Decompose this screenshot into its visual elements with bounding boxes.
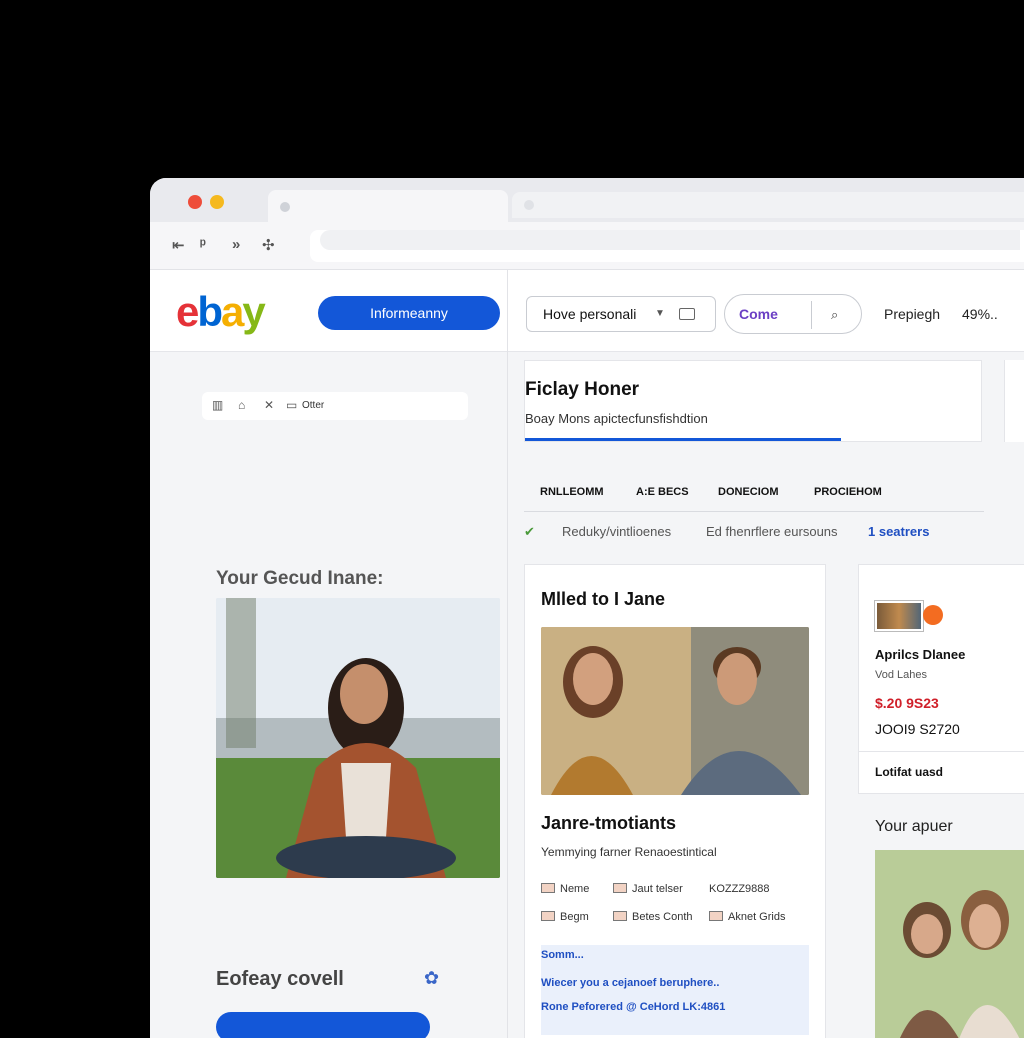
minimize-window-button[interactable] xyxy=(210,195,224,209)
personal-select[interactable]: Hove personali ▼ xyxy=(526,296,716,332)
meta-begin: Begm xyxy=(541,911,589,923)
extension-icon[interactable]: ✣ xyxy=(262,236,275,254)
tab-2[interactable]: A:E BECS xyxy=(636,486,689,498)
card-title: Mlled to I Jane xyxy=(541,589,666,609)
product-thumbnail[interactable] xyxy=(875,601,923,631)
primary-button[interactable]: Informeanny xyxy=(318,296,500,330)
select-label: Hove personali xyxy=(543,306,637,322)
product-photo-woman[interactable] xyxy=(216,598,500,878)
tab-favicon-icon xyxy=(524,200,534,210)
address-bar-field[interactable] xyxy=(320,230,1020,250)
meta-betes: Betes Conth xyxy=(613,911,693,923)
browser-tab-active[interactable] xyxy=(268,190,508,224)
back-icon[interactable]: ⇤ xyxy=(172,236,185,254)
progress-underline xyxy=(525,438,841,441)
divider xyxy=(859,751,1024,752)
check-icon: ✔ xyxy=(524,524,535,539)
section-title: Your Gecud Inane: xyxy=(216,568,384,589)
tag-icon: ✕ xyxy=(264,398,275,412)
card-name: Janre-tmotiants xyxy=(541,813,677,833)
come-search-pill[interactable]: Come ⌕ xyxy=(724,294,862,334)
tab-4[interactable]: PROCIEHOM xyxy=(814,486,882,498)
woman-photo-illustration xyxy=(216,598,500,878)
search-icon[interactable]: ⌕ xyxy=(831,307,838,323)
header-link[interactable]: Prepiegh xyxy=(884,306,940,322)
ebay-logo[interactable]: ebay xyxy=(176,288,266,336)
couple-photo-illustration xyxy=(541,627,809,795)
bag-icon: ⌂ xyxy=(238,398,246,412)
tab-bar xyxy=(150,178,1024,224)
panel-title: Ficlay Honer xyxy=(525,379,640,400)
meta-icon xyxy=(709,911,723,921)
filter-2[interactable]: Ed fhenrflere eursouns xyxy=(706,524,838,539)
meta-teller: Jaut telser xyxy=(613,883,683,895)
product-photo-couple[interactable] xyxy=(541,627,809,795)
settings-icon[interactable]: ✿ xyxy=(424,968,439,989)
side-link[interactable]: Lotifat uasd xyxy=(875,765,943,779)
side-product-card[interactable]: Aprilcs Dlanee Vod Lahes $.20 9S23 JOOI9… xyxy=(858,564,1024,794)
meta-icon xyxy=(541,911,555,921)
meta-code: KOZZZ9888 xyxy=(709,883,770,895)
note-line-2[interactable]: Wiecer you a cejanoef beruphere.. xyxy=(541,977,719,989)
chevron-down-icon: ▼ xyxy=(655,308,665,319)
meta-name: Neme xyxy=(541,883,589,895)
panel-edge xyxy=(1004,360,1024,442)
forward-icon[interactable]: » xyxy=(232,236,240,253)
filter-1[interactable]: Reduky/vintlioenes xyxy=(562,524,671,539)
price-red: $.20 9S23 xyxy=(875,695,939,711)
meta-icon xyxy=(613,911,627,921)
side-section-title: Your apuer xyxy=(875,818,953,835)
panel-subtitle: Boay Mons apictecfunsfishdtion xyxy=(525,411,708,426)
card-note: Somm... Wiecer you a cejanoef beruphere.… xyxy=(541,945,809,1035)
bottom-title: Eofeay covell xyxy=(216,968,344,990)
search-text: Otter xyxy=(302,400,325,411)
side-title: Aprilcs Dlanee xyxy=(875,647,966,662)
notification-badge xyxy=(923,605,943,625)
image-icon xyxy=(679,308,695,320)
tab-3[interactable]: DONECIOM xyxy=(718,486,779,498)
header-percentage: 49%.. xyxy=(962,306,998,322)
note-line-1[interactable]: Somm... xyxy=(541,949,584,961)
filters-row: ✔ Reduky/vintlioenes Ed fhenrflere eurso… xyxy=(524,522,984,546)
tab-1[interactable]: RNLLEOMM xyxy=(540,486,604,498)
profile-icon[interactable]: ᵖ xyxy=(200,236,206,253)
barcode-icon: ▥ xyxy=(212,398,224,412)
bottom-blue-button[interactable] xyxy=(216,1012,430,1038)
site-header: ebay Informeanny Hove personali ▼ Come ⌕… xyxy=(150,270,1024,352)
note-line-3[interactable]: Rone Peforered @ CeHord LK:4861 xyxy=(541,1001,725,1013)
side-photo-illustration xyxy=(875,850,1024,1038)
card-description: Yemmying farner Renaoestintical xyxy=(541,845,717,859)
side-photo[interactable] xyxy=(875,850,1024,1038)
meta-icon xyxy=(541,883,555,893)
tab-favicon-icon xyxy=(280,202,290,212)
meta-icon xyxy=(613,883,627,893)
pill-label: Come xyxy=(739,306,778,322)
meta-grids: Aknet Grids xyxy=(709,911,785,923)
card-icon: ▭ xyxy=(286,398,298,412)
info-panel: Ficlay Honer Boay Mons apictecfunsfishdt… xyxy=(524,360,982,442)
filter-3[interactable]: 1 seatrers xyxy=(868,524,929,539)
browser-window: ⇤ ᵖ » ✣ ebay Informeanny Hove personali … xyxy=(150,178,1024,1038)
column-divider xyxy=(507,270,508,1038)
side-subtitle: Vod Lahes xyxy=(875,669,927,681)
left-search-bar[interactable]: ▥ ⌂ ✕ ▭ Otter xyxy=(202,392,468,420)
product-card[interactable]: Mlled to I Jane Janre-tmotiants Yemmying… xyxy=(524,564,826,1038)
divider xyxy=(811,301,812,329)
price-black: JOOI9 S2720 xyxy=(875,721,960,737)
tabs-row: RNLLEOMM A:E BECS DONECIOM PROCIEHOM xyxy=(524,474,984,512)
browser-tab-inactive[interactable] xyxy=(512,192,1024,218)
close-window-button[interactable] xyxy=(188,195,202,209)
browser-toolbar: ⇤ ᵖ » ✣ xyxy=(150,222,1024,270)
